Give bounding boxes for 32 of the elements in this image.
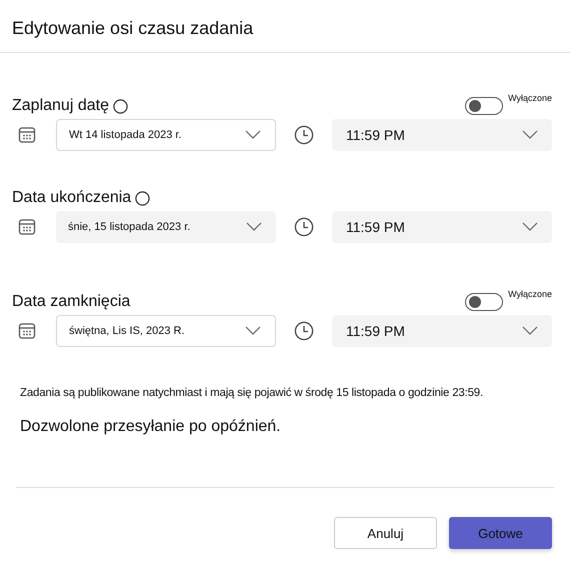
field-label: Zaplanuj datę	[12, 97, 109, 115]
info-message: Zadania są publikowane natychmiast i mają się pojawić w środę 15 listopada o godzinie 23:59.	[19, 386, 484, 399]
clock-icon	[294, 125, 314, 145]
chevron-down-icon	[522, 222, 538, 232]
chevron-down-icon	[245, 130, 261, 140]
date-picker[interactable]: Wt 14 listopada 2023 r.	[56, 119, 276, 151]
late-submission-text: Dozwolone przesyłanie po opóźnień.	[19, 417, 282, 436]
date-picker[interactable]: świętna, Lis IS, 2023 R.	[56, 315, 276, 347]
toggle-label: Wyłączone	[508, 289, 552, 299]
field-label: Data ukończenia	[12, 189, 132, 207]
time-picker[interactable]: 11:59 PM	[332, 119, 552, 151]
clock-icon	[294, 217, 314, 237]
cancel-button[interactable]: Anuluj	[334, 517, 437, 549]
time-picker[interactable]: 11:59 PM	[332, 315, 552, 347]
done-button[interactable]: Gotowe	[449, 517, 552, 549]
field-label: Data zamknięcia	[12, 293, 130, 311]
time-picker[interactable]: 11:59 PM	[332, 211, 552, 243]
toggle-switch[interactable]	[465, 97, 504, 115]
chevron-down-icon	[246, 222, 262, 232]
info-icon[interactable]	[135, 190, 150, 206]
toggle-switch[interactable]	[465, 293, 504, 311]
chevron-down-icon	[522, 326, 538, 336]
info-icon[interactable]	[112, 98, 128, 114]
calendar-icon	[18, 126, 36, 144]
toggle-label: Wyłączone	[508, 93, 552, 103]
clock-icon	[294, 321, 314, 341]
date-picker[interactable]: śnie, 15 listopada 2023 r.	[56, 211, 276, 243]
dialog-title: Edytowanie osi czasu zadania	[11, 18, 254, 40]
chevron-down-icon	[522, 130, 538, 140]
calendar-icon	[18, 322, 36, 340]
chevron-down-icon	[245, 326, 261, 336]
calendar-icon	[18, 218, 36, 236]
